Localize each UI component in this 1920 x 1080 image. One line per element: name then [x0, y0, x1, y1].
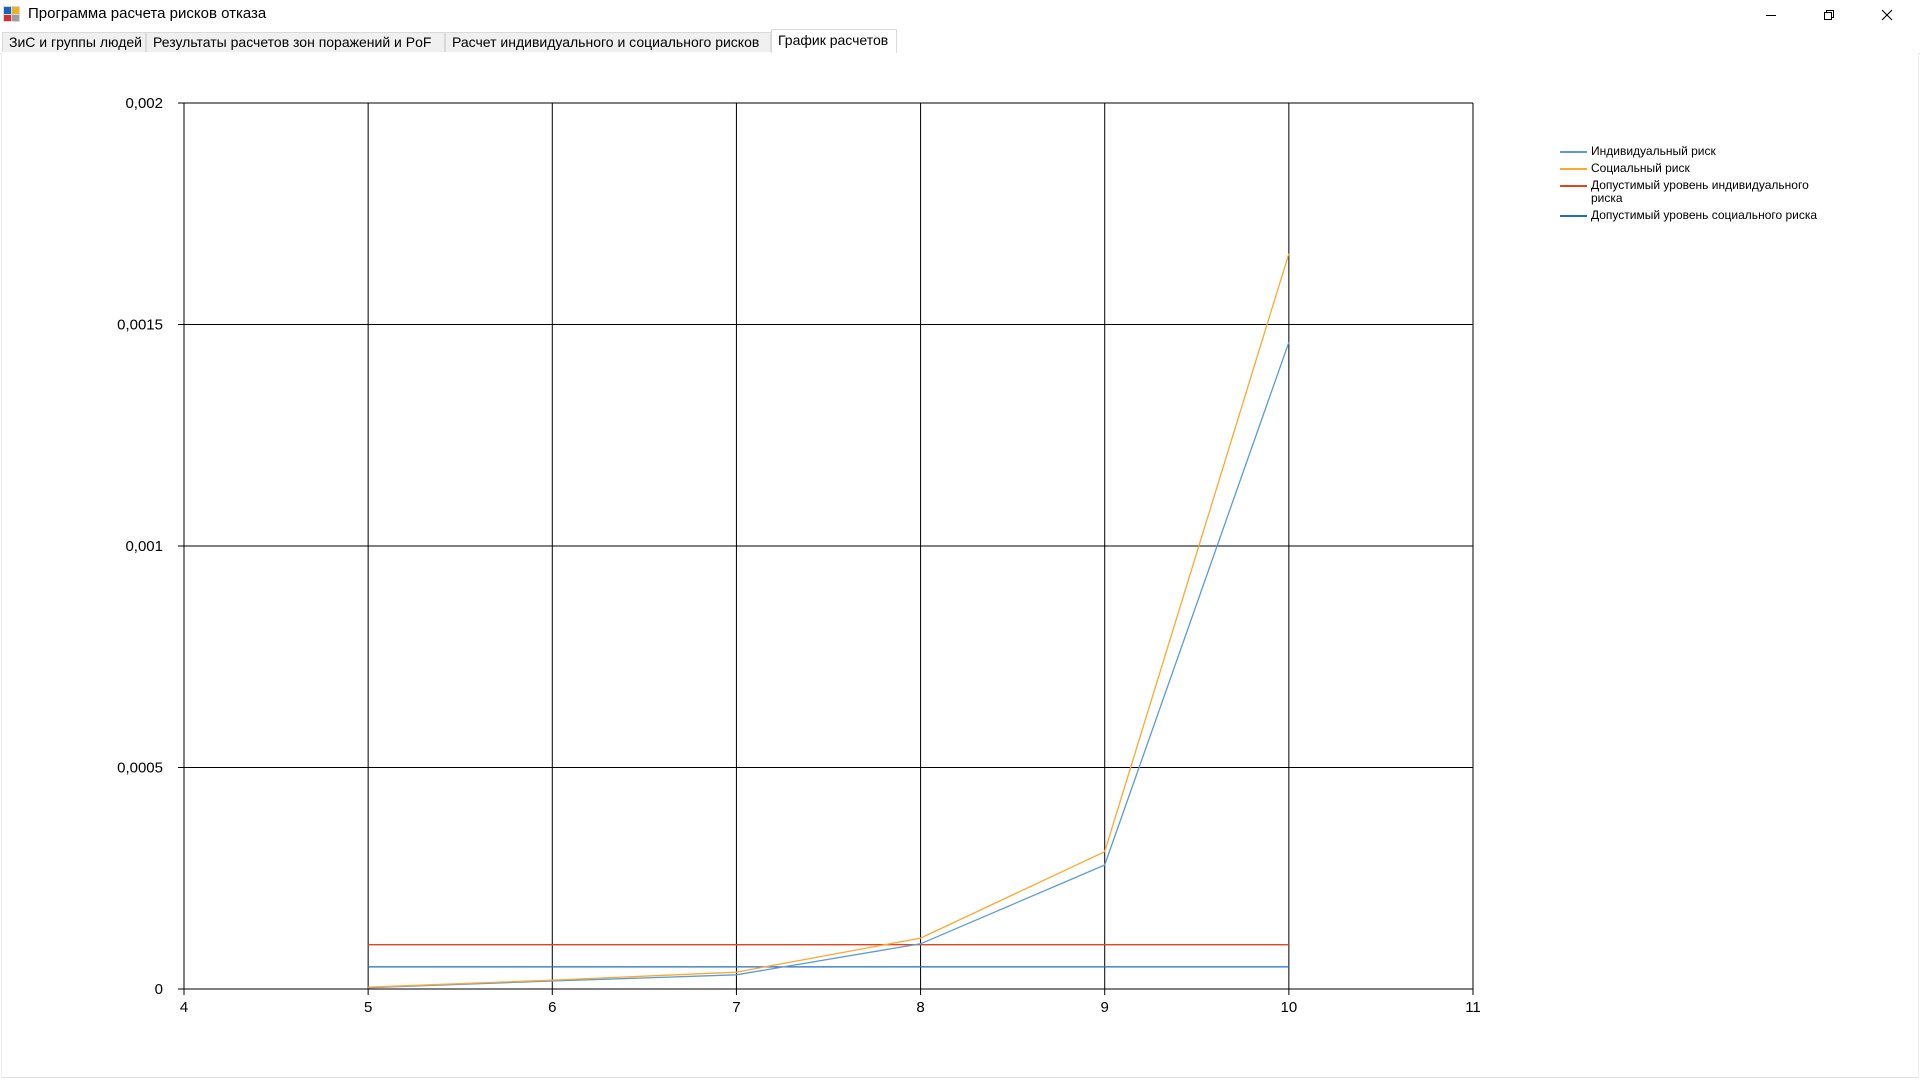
x-tick-label: 11 — [1465, 999, 1481, 1016]
tab-risk-calculation[interactable]: Расчет индивидуального и социального рис… — [445, 32, 771, 52]
tab-calculation-chart[interactable]: График расчетов — [771, 29, 897, 54]
x-tick-label: 6 — [548, 999, 556, 1016]
series-line-0 — [368, 341, 1290, 989]
tab-damage-zones-pof[interactable]: Результаты расчетов зон поражений и PoF — [146, 32, 445, 52]
series-line-1 — [368, 253, 1290, 988]
close-icon — [1881, 9, 1893, 20]
legend-label: Индивидуальный риск — [1591, 144, 1716, 158]
minimize-button[interactable] — [1742, 0, 1800, 29]
close-button[interactable] — [1858, 0, 1916, 29]
chart-tab-page: 4 5 6 7 8 9 10 11 0 0,0005 0,001 0,0015 0,002 Индиви… — [1, 53, 1919, 1078]
legend-swatch — [1560, 151, 1587, 153]
title-bar: Программа расчета рисков отказа — [0, 0, 1920, 29]
tab-zis-groups[interactable]: ЗиС и группы людей — [2, 32, 146, 52]
legend-item: Социальный риск — [1555, 162, 1855, 175]
x-tick-label: 5 — [364, 999, 372, 1016]
y-tick-label: 0,0015 — [117, 317, 163, 334]
tab-label: Результаты расчетов зон поражений и PoF — [153, 34, 432, 50]
legend-swatch — [1560, 168, 1587, 170]
legend-label: Допустимый уровень социального риска — [1591, 208, 1818, 222]
y-tick-label: 0 — [155, 981, 163, 998]
x-tick-label: 8 — [916, 999, 924, 1016]
minimize-icon — [1766, 14, 1776, 16]
risk-chart: 4 5 6 7 8 9 10 11 0 0,0005 0,001 0,0015 0,002 — [117, 95, 1481, 1016]
legend-label: Социальный риск — [1591, 161, 1690, 175]
chart-legend: Индивидуальный риск Социальный риск Допуст… — [1555, 145, 1855, 226]
legend-item: Индивидуальный риск — [1555, 145, 1855, 158]
legend-item: Допустимый уровень индивидуального риска — [1555, 179, 1855, 205]
x-tick-label: 7 — [732, 999, 740, 1016]
y-tick-label: 0,002 — [125, 95, 163, 112]
legend-swatch — [1560, 215, 1587, 217]
x-tick-label: 4 — [180, 999, 188, 1016]
x-tick-label: 9 — [1101, 999, 1109, 1016]
tab-label: Расчет индивидуального и социального рис… — [452, 34, 760, 50]
restore-icon — [1824, 9, 1834, 20]
tab-strip: ЗиС и группы людей Результаты расчетов з… — [0, 29, 1920, 54]
window-title: Программа расчета рисков отказа — [28, 5, 267, 22]
tab-label: ЗиС и группы людей — [9, 34, 142, 50]
legend-label: Допустимый уровень индивидуального риска — [1591, 178, 1809, 205]
restore-button[interactable] — [1800, 0, 1858, 29]
tab-label: График расчетов — [778, 32, 889, 48]
y-tick-label: 0,001 — [125, 538, 163, 555]
y-tick-label: 0,0005 — [117, 760, 163, 777]
legend-swatch — [1560, 185, 1587, 187]
legend-item: Допустимый уровень социального риска — [1555, 209, 1855, 222]
x-tick-label: 10 — [1281, 999, 1298, 1016]
app-icon — [3, 6, 20, 22]
